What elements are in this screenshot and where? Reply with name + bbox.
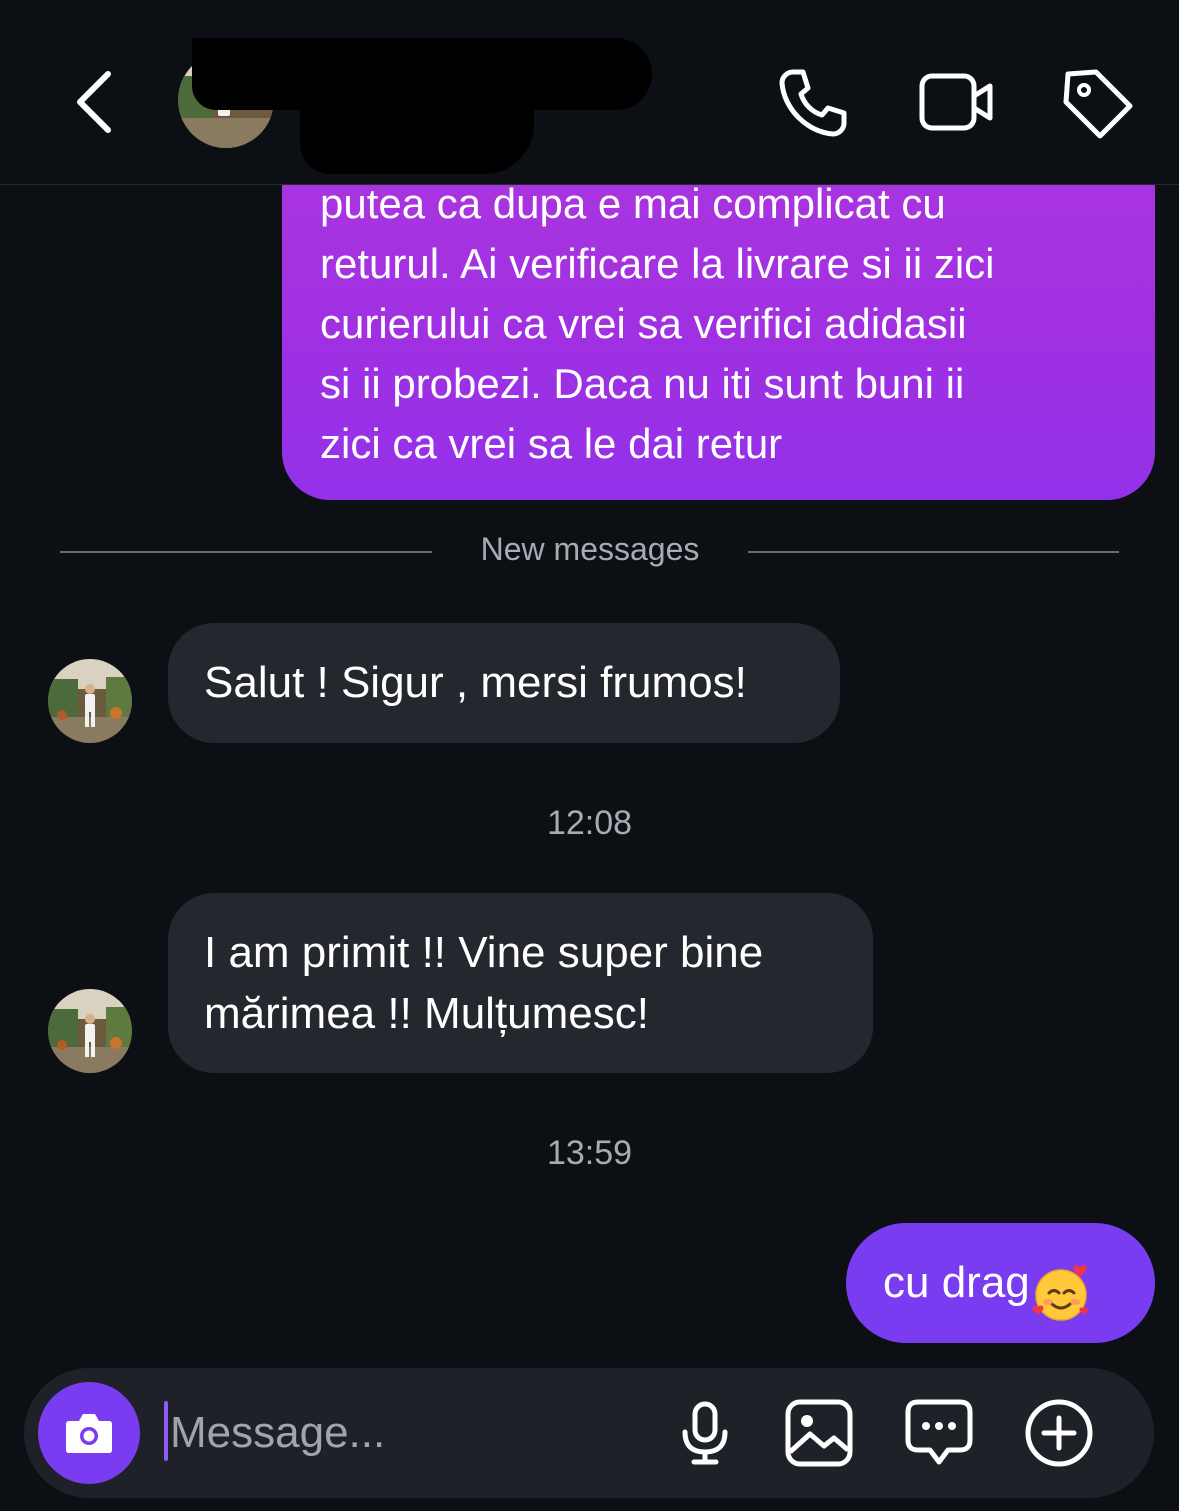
- sticker-icon: [905, 1399, 973, 1465]
- outgoing-message-bubble[interactable]: cu drag: [846, 1223, 1155, 1343]
- call-button[interactable]: [770, 60, 856, 146]
- new-messages-label: New messages: [480, 531, 700, 567]
- incoming-message-text: I am primit !! Vine super bine mărimea !…: [204, 928, 764, 1038]
- camera-button[interactable]: [38, 1382, 140, 1484]
- back-button[interactable]: [62, 62, 132, 142]
- outgoing-message-text: cu drag: [883, 1258, 1030, 1307]
- phone-icon: [779, 69, 847, 137]
- contact-avatar[interactable]: [48, 989, 132, 1073]
- message-input[interactable]: [170, 1395, 650, 1471]
- smiling-face-with-hearts-icon: [1032, 1249, 1092, 1322]
- new-messages-divider-left: [60, 551, 432, 553]
- label-button[interactable]: [1054, 60, 1140, 146]
- outgoing-message-text: putea ca dupa e mai complicat cu returul…: [320, 180, 995, 467]
- contact-avatar[interactable]: [48, 659, 132, 743]
- more-options-button[interactable]: [1022, 1396, 1096, 1470]
- incoming-message-text: Salut ! Sigur , mersi frumos!: [204, 658, 747, 707]
- back-icon: [77, 71, 111, 133]
- microphone-icon: [682, 1401, 728, 1465]
- gallery-button[interactable]: [782, 1396, 856, 1470]
- incoming-message-bubble[interactable]: I am primit !! Vine super bine mărimea !…: [168, 893, 873, 1073]
- voice-message-button[interactable]: [668, 1396, 742, 1470]
- camera-icon: [66, 1414, 112, 1453]
- incoming-message-bubble[interactable]: Salut ! Sigur , mersi frumos!: [168, 623, 840, 743]
- tag-icon: [1063, 69, 1133, 139]
- chat-header: [0, 0, 1179, 185]
- message-timestamp: 13:59: [546, 1134, 633, 1172]
- sticker-button[interactable]: [902, 1396, 976, 1470]
- redaction-mark: [300, 96, 534, 174]
- video-icon: [919, 73, 993, 131]
- video-call-button[interactable]: [912, 60, 998, 146]
- message-timestamp: 12:08: [546, 804, 633, 842]
- plus-icon: [1025, 1399, 1093, 1467]
- gallery-icon: [785, 1399, 853, 1467]
- text-cursor: [164, 1401, 168, 1461]
- outgoing-message-bubble[interactable]: putea ca dupa e mai complicat cu returul…: [282, 130, 1155, 500]
- new-messages-divider-right: [748, 551, 1119, 553]
